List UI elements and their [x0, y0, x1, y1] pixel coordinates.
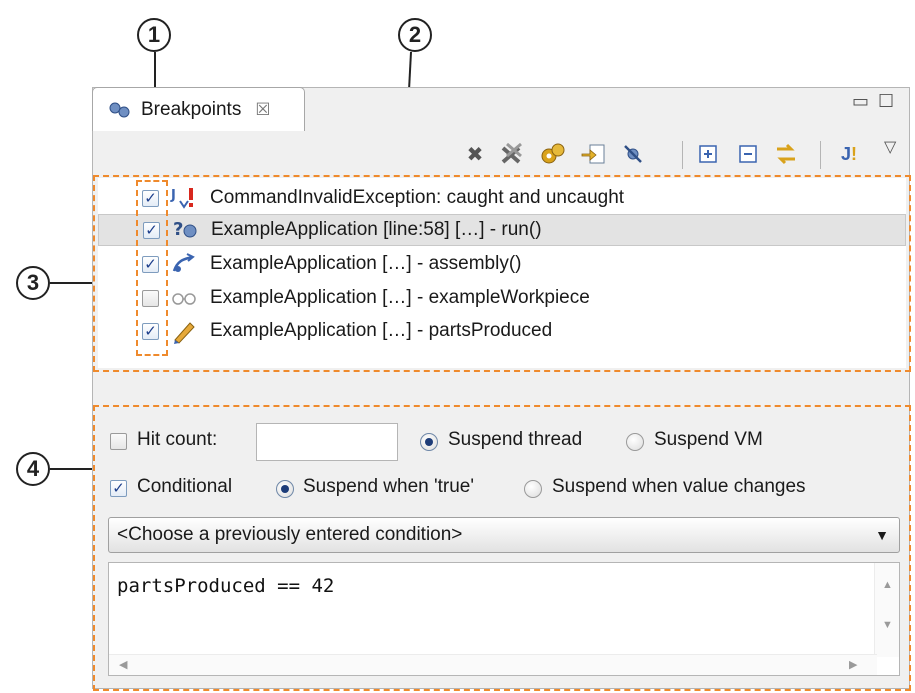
tab-title: Breakpoints [141, 98, 242, 120]
show-supported-breakpoints-icon[interactable] [540, 141, 566, 167]
condition-code: partsProduced == 42 [117, 575, 335, 597]
callout-2: 2 [398, 18, 432, 52]
callout-1: 1 [137, 18, 171, 52]
scroll-right-icon[interactable]: ▶ [849, 658, 857, 671]
link-with-debug-view-icon[interactable] [773, 141, 799, 167]
scroll-left-icon[interactable]: ◀ [119, 658, 127, 671]
callout-3-leader [50, 282, 98, 284]
tab-close-icon[interactable]: ☒ [255, 100, 270, 120]
condition-editor[interactable]: partsProduced == 42 ▲ ▼ ◀ ▶ [108, 562, 900, 676]
toolbar-separator [820, 141, 821, 169]
remove-selected-icon[interactable]: ✖ [462, 141, 488, 167]
maximize-icon[interactable]: ☐ [878, 91, 894, 112]
callout-4: 4 [16, 452, 50, 486]
suspend-vm-label: Suspend VM [654, 429, 763, 450]
conditional-checkbox[interactable]: ✓ [110, 480, 127, 497]
minimize-icon[interactable]: ▭ [852, 91, 869, 112]
toolbar-separator [682, 141, 683, 169]
conditional-label: Conditional [137, 476, 233, 497]
hit-count-checkbox[interactable] [110, 433, 127, 450]
condition-history-dropdown[interactable]: <Choose a previously entered condition> … [108, 517, 900, 553]
hit-count-label: Hit count: [137, 429, 218, 450]
tab-breakpoints[interactable]: Breakpoints ☒ [92, 87, 305, 131]
suspend-when-changes-radio[interactable] [524, 480, 542, 498]
suspend-thread-label: Suspend thread [448, 429, 583, 450]
view-menu-icon[interactable]: ▽ [884, 137, 896, 157]
callout-3: 3 [16, 266, 50, 300]
suspend-when-changes-label: Suspend when value changes [552, 476, 806, 497]
condition-history-value: <Choose a previously entered condition> [117, 524, 463, 545]
collapse-all-icon[interactable] [735, 141, 761, 167]
callout-4-leader [50, 468, 98, 470]
skip-all-breakpoints-icon[interactable] [620, 141, 646, 167]
breakpoints-list-highlight [93, 175, 911, 372]
horizontal-scrollbar[interactable]: ◀ ▶ [109, 654, 877, 675]
go-to-file-icon[interactable] [580, 141, 606, 167]
breakpoints-view-icon [107, 100, 135, 120]
vertical-scrollbar[interactable]: ▲ ▼ [874, 563, 899, 657]
suspend-when-true-radio[interactable] [276, 480, 294, 498]
suspend-when-true-label: Suspend when 'true' [303, 476, 474, 497]
add-java-exception-breakpoint-icon[interactable]: J! [836, 141, 862, 167]
scroll-down-icon[interactable]: ▼ [882, 619, 893, 631]
expand-all-icon[interactable] [695, 141, 721, 167]
suspend-thread-radio[interactable] [420, 433, 438, 451]
chevron-down-icon: ▼ [875, 527, 889, 543]
hit-count-input[interactable] [256, 423, 398, 461]
scroll-up-icon[interactable]: ▲ [882, 579, 893, 591]
remove-all-icon[interactable] [498, 141, 524, 167]
suspend-vm-radio[interactable] [626, 433, 644, 451]
